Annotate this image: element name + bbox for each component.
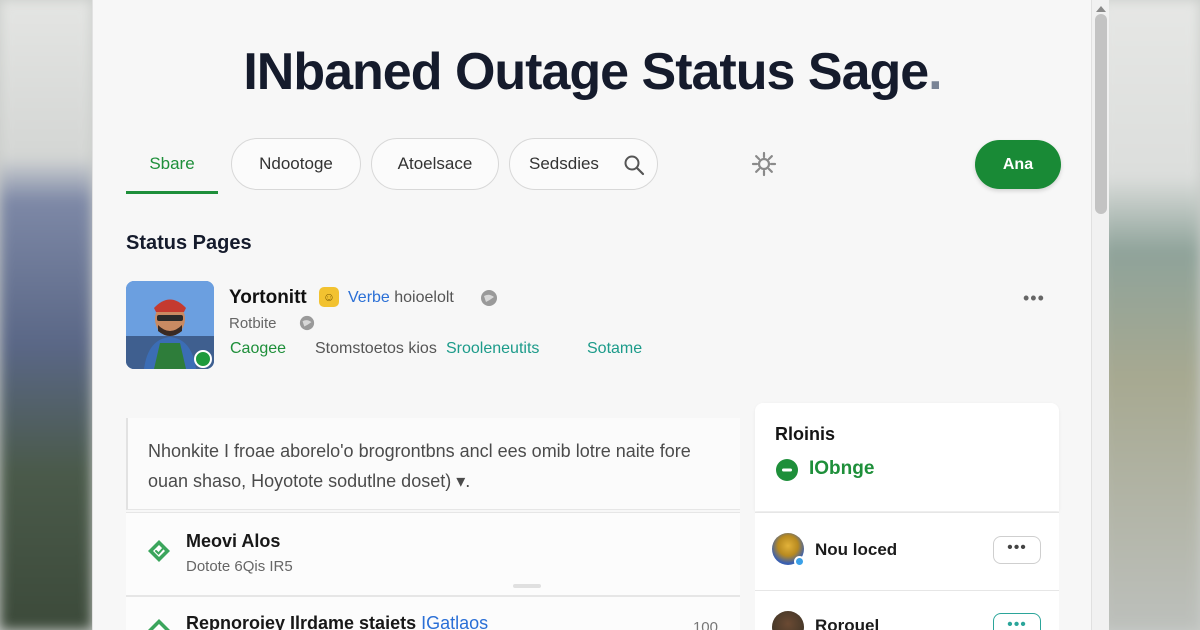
status-text: IObnge <box>809 458 875 479</box>
page-title-text: INbaned Outage Status Sage <box>243 43 929 101</box>
search-pill-label: Sedsdies <box>529 154 599 173</box>
description-text: Nhonkite I froae aborelo'o brogrontbns a… <box>148 441 691 491</box>
profile-more-button[interactable]: ••• <box>1023 288 1045 309</box>
page-title-dot: . <box>928 43 942 101</box>
status-online-icon <box>776 459 798 481</box>
verify-link-rest: hoioelolt <box>389 289 454 306</box>
browser-window: INbaned Outage Status Sage. Sbare Ndooto… <box>92 0 1109 630</box>
status-panel: Rloinis IObnge <box>755 403 1059 511</box>
scroll-thumb[interactable] <box>1095 14 1107 214</box>
user-name: Rorouel <box>815 616 880 630</box>
emoji-badge-icon: ☺ <box>319 287 339 307</box>
blurred-background-left <box>0 0 92 630</box>
user-name: Nou loced <box>815 540 898 559</box>
diamond-check-icon <box>148 619 170 630</box>
panel-user-row[interactable]: Rorouel ••• <box>755 590 1059 630</box>
user-status-dot-icon <box>794 556 805 567</box>
list-item-title: Repnoroiey Ilrdame staiets IGatlaos <box>186 613 488 630</box>
filter-pill-outage[interactable]: Ndootoge <box>231 138 361 190</box>
loading-indicator <box>513 584 541 588</box>
list-item-title: Meovi Alos <box>186 531 281 551</box>
panel-user-row[interactable]: Nou loced ••• <box>755 512 1059 590</box>
profile-link-3[interactable]: Srooleneutits <box>446 340 539 358</box>
profile-name: Yortonitt <box>229 287 307 308</box>
add-button[interactable]: Ana <box>975 140 1061 189</box>
profile-link-1[interactable]: Caogee <box>230 340 286 358</box>
list-item-count: 100 <box>692 619 718 630</box>
status-panel-title: Rloinis <box>775 424 836 444</box>
verify-link[interactable]: Verbe hoioelolt <box>348 289 454 307</box>
diamond-check-icon <box>148 540 170 562</box>
profile-link-4[interactable]: Sotame <box>587 340 642 358</box>
section-heading: Status Pages <box>126 232 252 254</box>
scroll-up-arrow-icon[interactable] <box>1096 6 1106 12</box>
user-avatar <box>772 611 804 630</box>
list-item[interactable]: Repnoroiey Ilrdame staiets IGatlaos 100 <box>126 596 740 630</box>
tab-share[interactable]: Sbare <box>126 144 218 194</box>
list-item-title-accent[interactable]: IGatlaos <box>421 613 488 630</box>
verified-badge-icon <box>194 350 212 368</box>
page-title: INbaned Outage Status Sage. <box>93 42 1092 102</box>
globe-icon <box>481 290 497 306</box>
verify-link-main: Verbe <box>348 289 390 306</box>
description-card: Nhonkite I froae aborelo'o brogrontbns a… <box>126 418 740 510</box>
user-more-button[interactable]: ••• <box>993 536 1041 564</box>
filter-pill-alerts[interactable]: Atoelsace <box>371 138 499 190</box>
blurred-background-right <box>1100 0 1200 630</box>
list-item-subtitle: Dotote 6Qis IR5 <box>186 558 293 575</box>
list-item-title-main: Repnoroiey Ilrdame staiets <box>186 613 422 630</box>
gear-icon[interactable] <box>751 151 777 177</box>
vertical-scrollbar[interactable] <box>1091 0 1109 630</box>
globe-icon <box>299 315 315 331</box>
list-item[interactable]: Meovi Alos Dotote 6Qis IR5 <box>126 512 740 596</box>
search-icon[interactable] <box>623 154 645 176</box>
profile-subtitle: Rotbite <box>229 315 277 332</box>
search-pill[interactable]: Sedsdies <box>509 138 658 190</box>
user-more-button[interactable]: ••• <box>993 613 1041 630</box>
profile-link-2[interactable]: Stomstoetos kios <box>315 340 437 358</box>
